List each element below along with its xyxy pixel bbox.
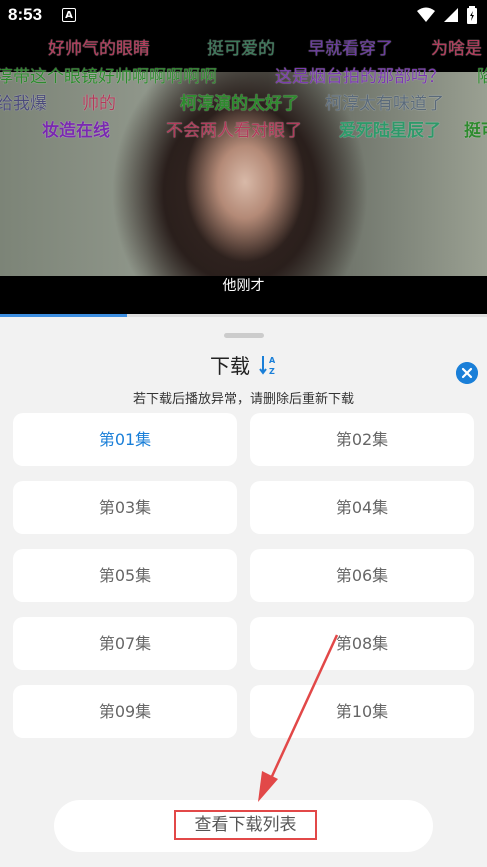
danmaku-comment: 帅的 — [82, 94, 116, 114]
wifi-icon — [417, 7, 435, 22]
status-time: 8:53 — [8, 5, 43, 24]
danmaku-comment: 好帅气的眼睛 — [48, 39, 150, 59]
danmaku-comment: 不会两人看对眼了 — [166, 121, 302, 141]
danmaku-comment: 淳带这个眼镜好帅啊啊啊啊啊 — [0, 67, 217, 87]
danmaku-comment: 这是烟台拍的那部吗？ — [275, 67, 445, 87]
notification-icon: A — [62, 8, 76, 22]
video-player[interactable]: 他刚才 好帅气的眼睛 挺可爱的 早就看穿了 为啥是 淳带这个眼镜好帅啊啊啊啊啊 … — [0, 32, 487, 316]
status-icons — [417, 6, 477, 24]
download-sheet: 下载 A Z 若下载后播放异常，请删除后重新下载 第01集 第02集 第03集 … — [0, 320, 487, 867]
video-progress-fill — [0, 314, 127, 317]
danmaku-comment: 爱死陆星辰了 — [339, 121, 441, 141]
annotation-arrow-icon — [258, 634, 339, 802]
danmaku-comment: 柯淳太有味道了 — [325, 94, 444, 114]
signal-icon — [444, 8, 458, 22]
danmaku-comment: 妆造在线 — [42, 121, 110, 141]
battery-icon — [467, 6, 477, 24]
danmaku-comment: 挺可 — [464, 121, 487, 141]
video-progress-bar[interactable] — [0, 314, 487, 317]
danmaku-comment: 给我爆 — [0, 94, 47, 114]
danmaku-comment: 挺可爱的 — [207, 39, 275, 59]
danmaku-comment: 陷 — [477, 67, 487, 87]
status-bar: 8:53 A — [0, 0, 487, 32]
danmaku-comment: 为啥是 — [431, 39, 482, 59]
danmaku-comment: 柯淳演的太好了 — [180, 94, 299, 114]
video-subtitle: 他刚才 — [222, 278, 265, 294]
danmaku-comment: 早就看穿了 — [308, 39, 393, 59]
